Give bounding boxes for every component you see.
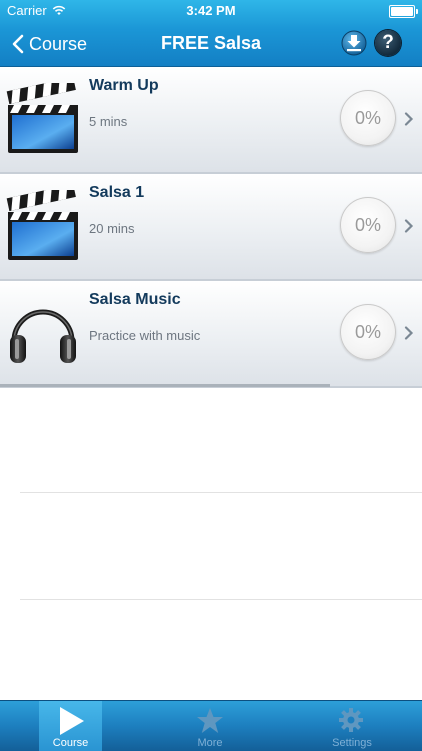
navigation-bar: Carrier 3:42 PM Course FREE Salsa ? [0, 0, 422, 67]
play-icon [60, 707, 84, 735]
star-icon [197, 708, 223, 733]
tab-label: Course [52, 737, 89, 749]
help-glyph: ? [382, 32, 394, 53]
row-separator [20, 599, 422, 600]
item-duration: 5 mins [89, 114, 128, 129]
item-title: Salsa 1 [89, 184, 145, 201]
item-duration: 20 mins [89, 221, 135, 236]
progress-value: 0% [354, 107, 381, 128]
progress-badge: 0% [340, 304, 396, 360]
tab-bar: Course More Settings [0, 700, 422, 751]
clock: 3:42 PM [186, 3, 236, 18]
tab-course[interactable]: Course [39, 701, 102, 751]
item-title: Warm Up [89, 77, 159, 94]
progress-badge: 0% [340, 197, 396, 253]
download-icon[interactable] [341, 30, 367, 56]
help-icon[interactable]: ? [375, 30, 401, 56]
item-description: Practice with music [89, 328, 201, 343]
battery-icon [389, 5, 418, 18]
list-item[interactable]: Warm Up 5 mins 0% [0, 67, 422, 174]
list-item[interactable]: Salsa 1 20 mins 0% [0, 174, 422, 281]
chevron-right-icon [404, 112, 414, 126]
chevron-right-icon [404, 219, 414, 233]
tab-label: Settings [332, 737, 372, 749]
progress-value: 0% [354, 321, 381, 342]
tab-settings[interactable]: Settings [282, 701, 422, 751]
clapperboard-icon [6, 190, 78, 260]
tab-more[interactable]: More [140, 701, 280, 751]
gear-icon [339, 708, 363, 732]
chevron-right-icon [404, 326, 414, 340]
item-title: Salsa Music [89, 291, 181, 308]
list-item[interactable]: Salsa Music Practice with music 0% [0, 281, 422, 388]
row-separator [20, 492, 422, 493]
clapperboard-icon [6, 83, 78, 153]
progress-value: 0% [354, 214, 381, 235]
lesson-list: Warm Up 5 mins 0% Salsa 1 20 mins 0% Sal… [0, 67, 422, 388]
list-shadow [0, 384, 330, 387]
progress-badge: 0% [340, 90, 396, 146]
status-bar: Carrier 3:42 PM [0, 0, 422, 22]
tab-label: More [197, 737, 223, 749]
headphones-icon [10, 309, 76, 363]
